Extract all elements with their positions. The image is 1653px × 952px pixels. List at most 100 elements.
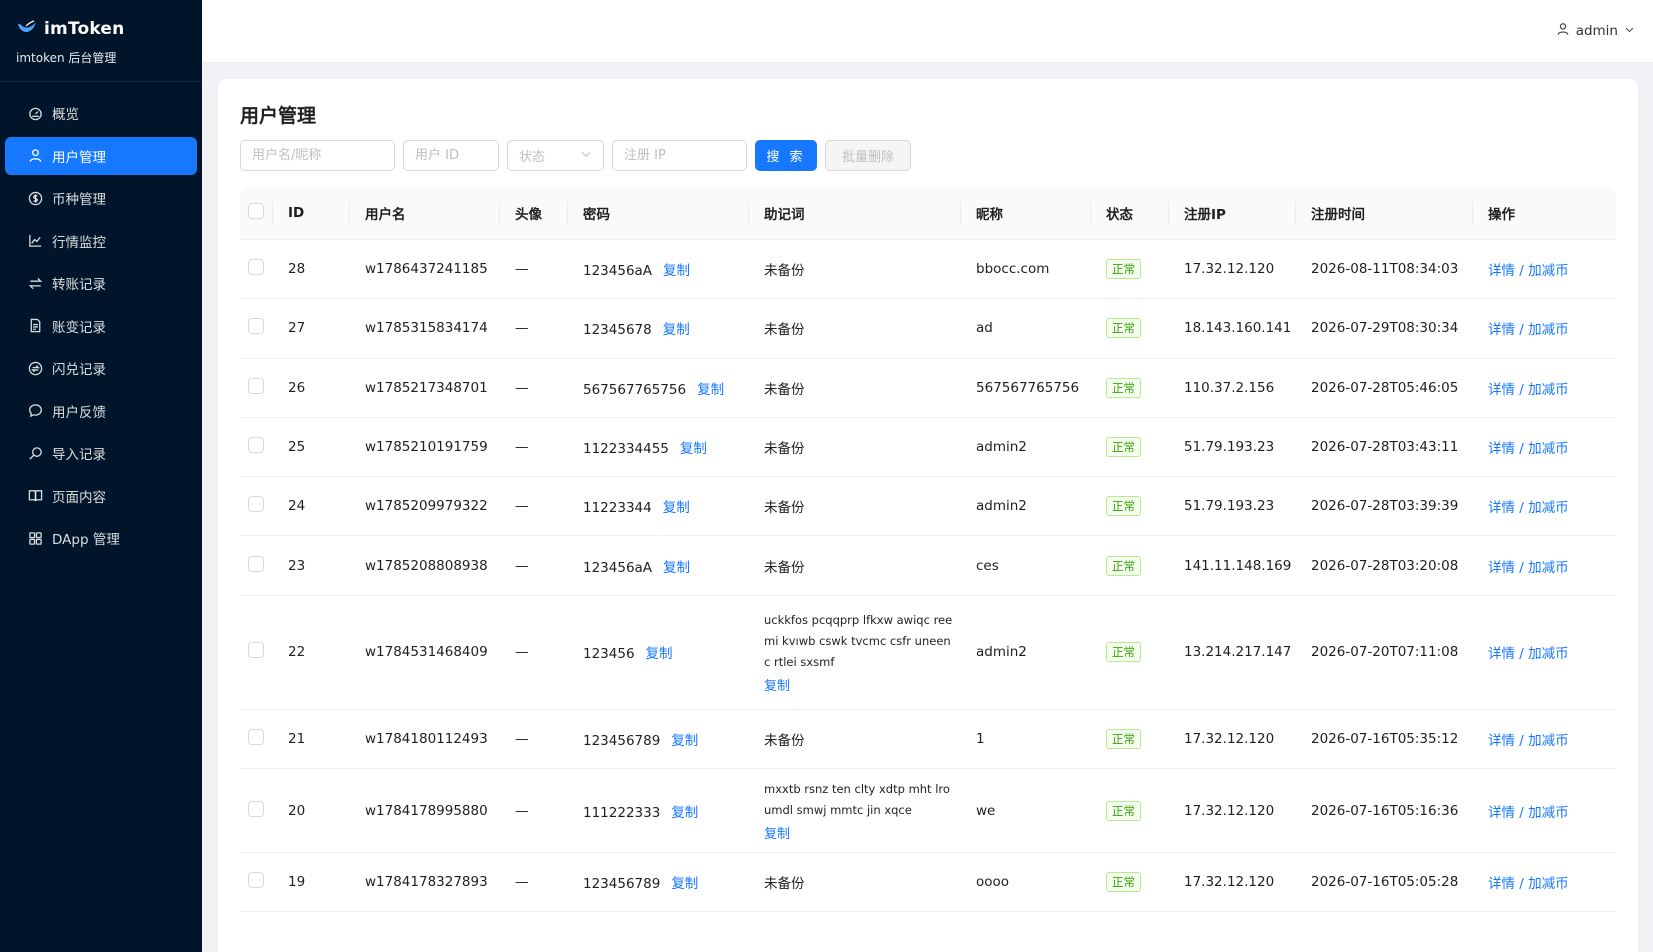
cell-time: 2026-07-28T03:39:39 [1311,498,1459,515]
password-text: 11223344 [583,500,652,517]
sidebar-item[interactable]: 行情监控 [5,222,197,260]
copy-password-link[interactable]: 复制 [671,876,698,892]
row-checkbox[interactable] [248,872,264,889]
user-menu[interactable]: admin [1556,22,1635,40]
cell-password: 123456aA 复制 [567,556,748,576]
copy-password-link[interactable]: 复制 [663,263,690,279]
cell-avatar: — [515,802,529,819]
column-header: 用户名 [349,203,499,223]
row-checkbox[interactable] [248,728,264,745]
copy-password-link[interactable]: 复制 [646,646,673,662]
detail-adjust-link[interactable]: 详情 / 加减币 [1488,560,1569,576]
sidebar-item[interactable]: 转账记录 [5,264,197,302]
cell-password: 123456aA 复制 [567,259,748,279]
row-checkbox-cell [240,259,272,279]
detail-adjust-link[interactable]: 详情 / 加减币 [1488,805,1569,821]
cell-actions: 详情 / 加减币 [1472,801,1616,821]
detail-adjust-link[interactable]: 详情 / 加减币 [1488,382,1569,398]
row-checkbox[interactable] [248,555,264,572]
cell-username: w1784531468409 [365,644,488,661]
search-button[interactable]: 搜 索 [755,140,817,171]
cell-ip: 13.214.217.147 [1184,644,1292,661]
cell-status: 正常 [1090,642,1168,663]
search-icon [27,445,43,461]
sidebar-item[interactable]: 导入记录 [5,434,197,472]
cell-nickname: ces [976,557,999,574]
status-badge: 正常 [1106,642,1141,663]
sidebar-item[interactable]: 用户反馈 [5,392,197,430]
sidebar-item[interactable]: 闪兑记录 [5,349,197,387]
filter-bar: 状态 搜 索 批量删除 [240,140,911,171]
copy-password-link[interactable]: 复制 [671,733,698,749]
copy-password-link[interactable]: 复制 [671,805,698,821]
ip-search-input[interactable] [612,140,747,171]
detail-adjust-link[interactable]: 详情 / 加减币 [1488,263,1569,279]
users-table: ID 用户名 头像 密码 助记词 昵称 状态 注册IP 注册时间 操作 28 w178643724… [240,187,1616,913]
sidebar-item-label: 行情监控 [52,234,106,251]
userid-search-input[interactable] [403,140,499,171]
copy-password-link[interactable]: 复制 [680,441,707,457]
row-checkbox[interactable] [248,496,264,513]
detail-adjust-link[interactable]: 详情 / 加减币 [1488,733,1569,749]
status-select[interactable]: 状态 [507,140,604,171]
copy-password-link[interactable]: 复制 [663,560,690,576]
row-checkbox-cell [240,872,272,892]
password-text: 123456789 [583,732,661,749]
page-title: 用户管理 [240,105,317,127]
table-row: 19 w1784178327893 — 123456789 复制 未备份 oooo… [240,853,1616,913]
cell-username: w1785315834174 [365,320,488,337]
table-row: 25 w1785210191759 — 1122334455 复制 未备份 adm… [240,418,1616,478]
copy-mnemonic-link[interactable]: 复制 [764,823,790,842]
content-card: 用户管理 状态 搜 索 批量删除 ID用户名头像密码助记词昵称状态注册IP注册时… [218,79,1638,952]
select-all-checkbox[interactable] [248,203,264,219]
password-text: 123456aA [583,263,653,280]
sidebar-item[interactable]: DApp 管理 [5,519,197,557]
password-text: 1122334455 [583,441,669,458]
cell-password: 12345678 复制 [567,318,748,338]
row-checkbox[interactable] [248,318,264,335]
cell-nickname: ad [976,320,993,337]
mnemonic-text: uckkfos pcqqprp lfkxw awiqc ree mi kvıwb … [764,610,960,673]
cell-password: 111222333 复制 [567,801,748,821]
username-search-input[interactable] [240,140,395,171]
detail-adjust-link[interactable]: 详情 / 加减币 [1488,646,1569,662]
sidebar-item[interactable]: 币种管理 [5,179,197,217]
cell-avatar: — [515,730,529,747]
sidebar: imToken imtoken 后台管理 概览 用户管理 币种管理 行情监控 转账记录账… [0,0,202,952]
row-checkbox[interactable] [248,259,264,276]
cell-ip: 51.79.193.23 [1184,498,1275,515]
cell-time: 2026-07-20T07:11:08 [1311,644,1459,661]
password-text: 111222333 [583,804,661,821]
copy-password-link[interactable]: 复制 [697,382,724,398]
detail-adjust-link[interactable]: 详情 / 加减币 [1488,500,1569,516]
cell-nickname: admin2 [976,439,1027,456]
sidebar-item[interactable]: 账变记录 [5,307,197,345]
copy-password-link[interactable]: 复制 [663,500,690,516]
row-checkbox[interactable] [248,437,264,454]
sidebar-item[interactable]: 页面内容 [5,477,197,515]
detail-adjust-link[interactable]: 详情 / 加减币 [1488,876,1569,892]
batch-delete-button[interactable]: 批量删除 [825,140,911,171]
copy-password-link[interactable]: 复制 [663,322,690,338]
row-checkbox[interactable] [248,800,264,817]
detail-adjust-link[interactable]: 详情 / 加减币 [1488,322,1569,338]
mnemonic-status: 未备份 [764,732,805,749]
sidebar-item[interactable]: 概览 [5,94,197,132]
status-badge: 正常 [1106,318,1141,339]
table-header: ID 用户名 头像 密码 助记词 昵称 状态 注册IP 注册时间 操作 [240,187,1616,240]
imtoken-logo-icon [16,18,38,40]
row-checkbox[interactable] [248,377,264,394]
row-checkbox[interactable] [248,642,264,659]
cell-ip: 17.32.12.120 [1184,802,1275,819]
cell-ip: 51.79.193.23 [1184,439,1275,456]
cell-id: 28 [288,261,306,278]
copy-mnemonic-link[interactable]: 复制 [764,675,790,694]
status-badge: 正常 [1106,872,1141,893]
cell-actions: 详情 / 加减币 [1472,318,1616,338]
cell-password: 123456789 复制 [567,729,748,749]
detail-adjust-link[interactable]: 详情 / 加减币 [1488,441,1569,457]
cell-nickname: bbocc.com [976,261,1050,278]
table-row: 21 w1784180112493 — 123456789 复制 未备份 1 正常… [240,710,1616,770]
sidebar-item[interactable]: 用户管理 [5,136,197,175]
cell-password: 11223344 复制 [567,496,748,516]
